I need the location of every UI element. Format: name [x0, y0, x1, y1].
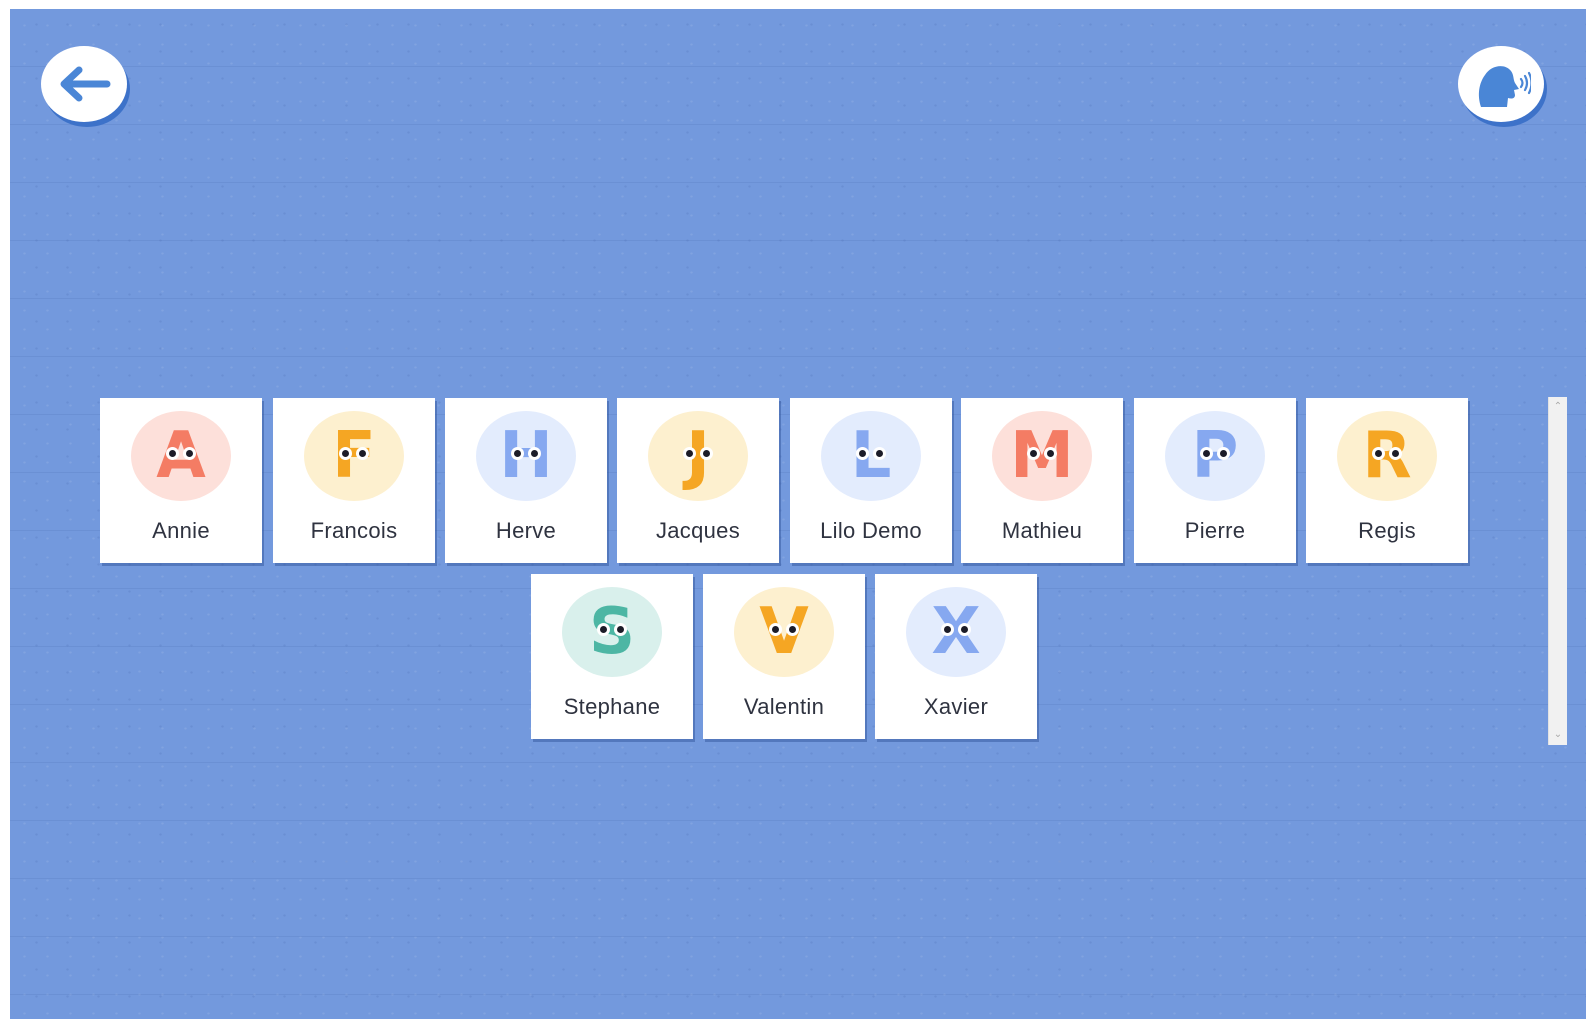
annie-avatar: A	[131, 411, 231, 501]
jacques-avatar: J	[648, 411, 748, 501]
character-card-mathieu[interactable]: M Mathieu	[961, 398, 1123, 563]
character-card-stephane[interactable]: S Stephane	[531, 574, 693, 739]
character-card-lilo-demo[interactable]: L Lilo Demo	[790, 398, 952, 563]
herve-eyes-icon	[511, 447, 541, 460]
scroll-up-arrow-icon[interactable]: ⌃	[1549, 399, 1567, 415]
character-card-pierre[interactable]: P Pierre	[1134, 398, 1296, 563]
francois-avatar: F	[304, 411, 404, 501]
character-name: Jacques	[655, 518, 741, 543]
francois-eyes-icon	[339, 447, 369, 460]
character-card-francois[interactable]: F Francois	[273, 398, 435, 563]
lilo-demo-eyes-icon	[856, 447, 886, 460]
xavier-avatar: X	[906, 587, 1006, 677]
herve-avatar: H	[476, 411, 576, 501]
jacques-eyes-icon	[683, 447, 713, 460]
annie-eyes-icon	[166, 447, 196, 460]
speak-button[interactable]	[1458, 46, 1544, 122]
character-name: Herve	[495, 518, 557, 543]
character-card-herve[interactable]: H Herve	[445, 398, 607, 563]
stephane-avatar: S	[562, 587, 662, 677]
regis-eyes-icon	[1372, 447, 1402, 460]
pierre-avatar: P	[1165, 411, 1265, 501]
character-card-regis[interactable]: R Regis	[1306, 398, 1468, 563]
valentin-avatar: V	[734, 587, 834, 677]
regis-avatar: R	[1337, 411, 1437, 501]
stephane-eyes-icon	[597, 623, 627, 636]
app-background: A Annie F Francois H Herve J Jacques L L…	[10, 9, 1586, 1019]
character-name: Mathieu	[1001, 518, 1083, 543]
scroll-down-arrow-icon[interactable]: ⌄	[1549, 727, 1567, 743]
character-name: Lilo Demo	[820, 518, 922, 543]
character-name: Regis	[1358, 518, 1416, 543]
vertical-scrollbar[interactable]: ⌃ ⌄	[1548, 397, 1567, 745]
character-card-xavier[interactable]: X Xavier	[875, 574, 1037, 739]
valentin-eyes-icon	[769, 623, 799, 636]
character-card-jacques[interactable]: J Jacques	[617, 398, 779, 563]
character-name: Annie	[152, 518, 210, 543]
character-card-valentin[interactable]: V Valentin	[703, 574, 865, 739]
arrow-left-icon	[60, 66, 111, 102]
character-name: Stephane	[563, 694, 661, 719]
lilo-demo-avatar: L	[821, 411, 921, 501]
back-button[interactable]	[41, 46, 127, 122]
pierre-eyes-icon	[1200, 447, 1230, 460]
character-card-annie[interactable]: A Annie	[100, 398, 262, 563]
character-name: Valentin	[743, 694, 825, 719]
mathieu-eyes-icon	[1027, 447, 1057, 460]
xavier-eyes-icon	[941, 623, 971, 636]
character-name: Francois	[310, 518, 398, 543]
character-name: Xavier	[923, 694, 989, 719]
character-name: Pierre	[1184, 518, 1246, 543]
speaking-head-icon	[1478, 66, 1531, 107]
mathieu-avatar: M	[992, 411, 1092, 501]
